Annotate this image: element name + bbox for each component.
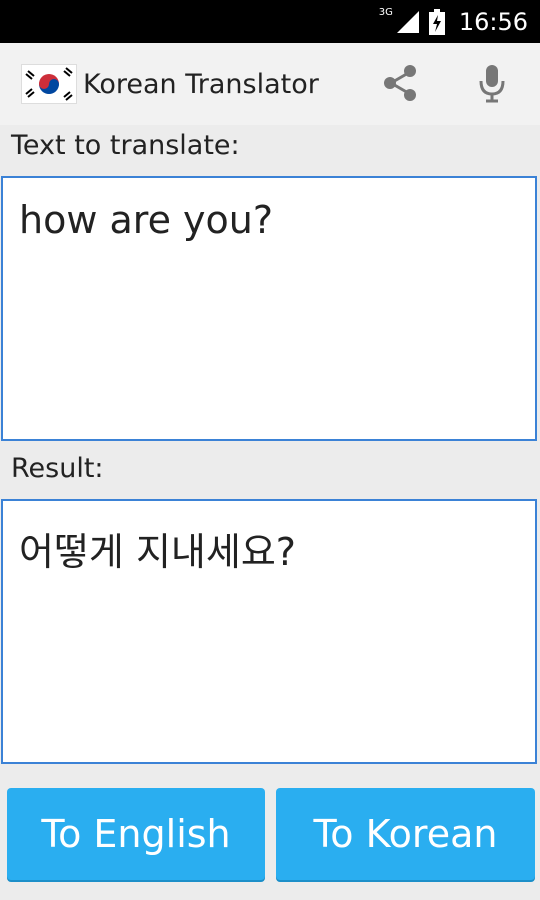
- clock: 16:56: [458, 7, 528, 36]
- result-output[interactable]: 어떻게 지내세요?: [1, 499, 537, 764]
- to-korean-button[interactable]: To Korean: [276, 788, 535, 880]
- korea-flag-icon: [21, 64, 77, 104]
- share-icon: [384, 65, 416, 101]
- app-title: Korean Translator: [83, 68, 319, 100]
- text-to-translate-input[interactable]: how are you?: [1, 176, 537, 441]
- network-type: 3G: [378, 7, 393, 18]
- microphone-button[interactable]: [464, 55, 520, 111]
- action-bar: Korean Translator: [0, 43, 540, 125]
- to-english-button[interactable]: To English: [7, 788, 265, 880]
- input-label: Text to translate:: [11, 130, 240, 161]
- microphone-icon: [479, 65, 505, 103]
- status-bar: 3G 16:56: [0, 0, 540, 43]
- result-label: Result:: [11, 453, 104, 484]
- battery-icon: [428, 8, 445, 35]
- share-button[interactable]: [372, 55, 428, 111]
- signal-icon: [396, 10, 419, 33]
